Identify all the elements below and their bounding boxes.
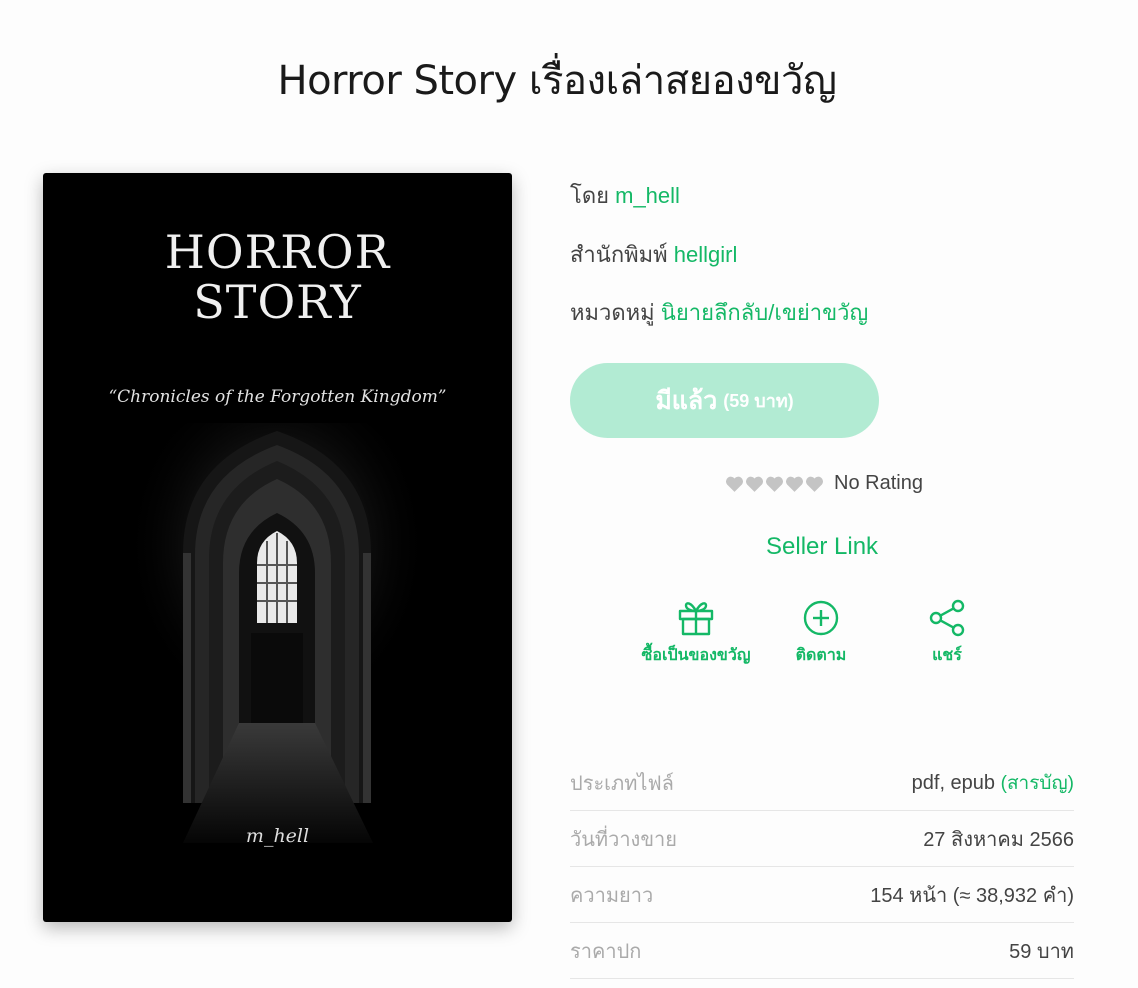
heart-icon: [765, 476, 784, 492]
cover-subtitle: “Chronicles of the Forgotten Kingdom”: [108, 387, 447, 407]
rating: No Rating: [725, 472, 923, 495]
gift-label: ซื้อเป็นของขวัญ: [641, 647, 751, 664]
owned-button-price: (59 บาท): [723, 391, 794, 411]
share-label: แชร์: [932, 647, 962, 664]
rating-text: No Rating: [834, 472, 923, 494]
heart-icon: [785, 476, 804, 492]
book-info-table: ประเภทไฟล์ pdf, epub (สารบัญ) วันที่วางข…: [570, 755, 1074, 979]
info-row-release-date: วันที่วางขาย 27 สิงหาคม 2566: [570, 811, 1074, 867]
info-key: ประเภทไฟล์: [570, 772, 674, 795]
cover-arch-illustration: [43, 423, 512, 843]
info-value: 27 สิงหาคม 2566: [923, 828, 1074, 851]
follow-label: ติดตาม: [795, 647, 847, 664]
owned-button[interactable]: มีแล้ว (59 บาท): [570, 363, 879, 438]
category-link[interactable]: นิยายลึกลับ/เขย่าขวัญ: [661, 300, 868, 325]
info-row-length: ความยาว 154 หน้า (≈ 38,932 คำ): [570, 867, 1074, 923]
heart-icon: [745, 476, 764, 492]
info-value: pdf, epub (สารบัญ): [912, 768, 1074, 798]
heart-icon: [805, 476, 824, 492]
author-line: โดย m_hell: [570, 178, 680, 213]
publisher-line: สำนักพิมพ์ hellgirl: [570, 237, 737, 272]
share-button[interactable]: แชร์: [897, 598, 997, 668]
gift-icon: [678, 602, 714, 636]
info-key: ความยาว: [570, 884, 654, 907]
follow-button[interactable]: ติดตาม: [771, 598, 871, 668]
filetype-value: pdf, epub: [911, 771, 996, 794]
cover-title-line2: STORY: [193, 275, 362, 329]
category-label: หมวดหมู่: [570, 300, 655, 325]
rating-hearts: [725, 475, 824, 493]
info-row-filetype: ประเภทไฟล์ pdf, epub (สารบัญ): [570, 755, 1074, 811]
info-key: ราคาปก: [570, 940, 642, 963]
cover-title-line1: HORROR: [164, 225, 391, 279]
cover-author: m_hell: [245, 825, 310, 847]
book-cover: HORROR STORY “Chronicles of the Forgotte…: [43, 173, 512, 922]
publisher-label: สำนักพิมพ์: [570, 242, 668, 267]
author-label: โดย: [570, 183, 609, 208]
info-value: 59 บาท: [1009, 940, 1074, 963]
seller-link[interactable]: Seller Link: [766, 533, 878, 561]
page-title: Horror Story เรื่องเล่าสยองขวัญ: [277, 58, 837, 104]
gift-button[interactable]: ซื้อเป็นของขวัญ: [636, 598, 756, 668]
category-line: หมวดหมู่ นิยายลึกลับ/เขย่าขวัญ: [570, 295, 868, 330]
heart-icon: [725, 476, 744, 492]
plus-circle-icon: [803, 600, 839, 636]
author-link[interactable]: m_hell: [615, 183, 680, 208]
publisher-link[interactable]: hellgirl: [674, 242, 738, 267]
owned-button-label: มีแล้ว: [655, 386, 718, 415]
info-key: วันที่วางขาย: [570, 828, 677, 851]
info-value: 154 หน้า (≈ 38,932 คำ): [870, 884, 1074, 907]
toc-link[interactable]: (สารบัญ): [1001, 773, 1074, 794]
share-icon: [929, 599, 965, 637]
info-row-cover-price: ราคาปก 59 บาท: [570, 923, 1074, 979]
